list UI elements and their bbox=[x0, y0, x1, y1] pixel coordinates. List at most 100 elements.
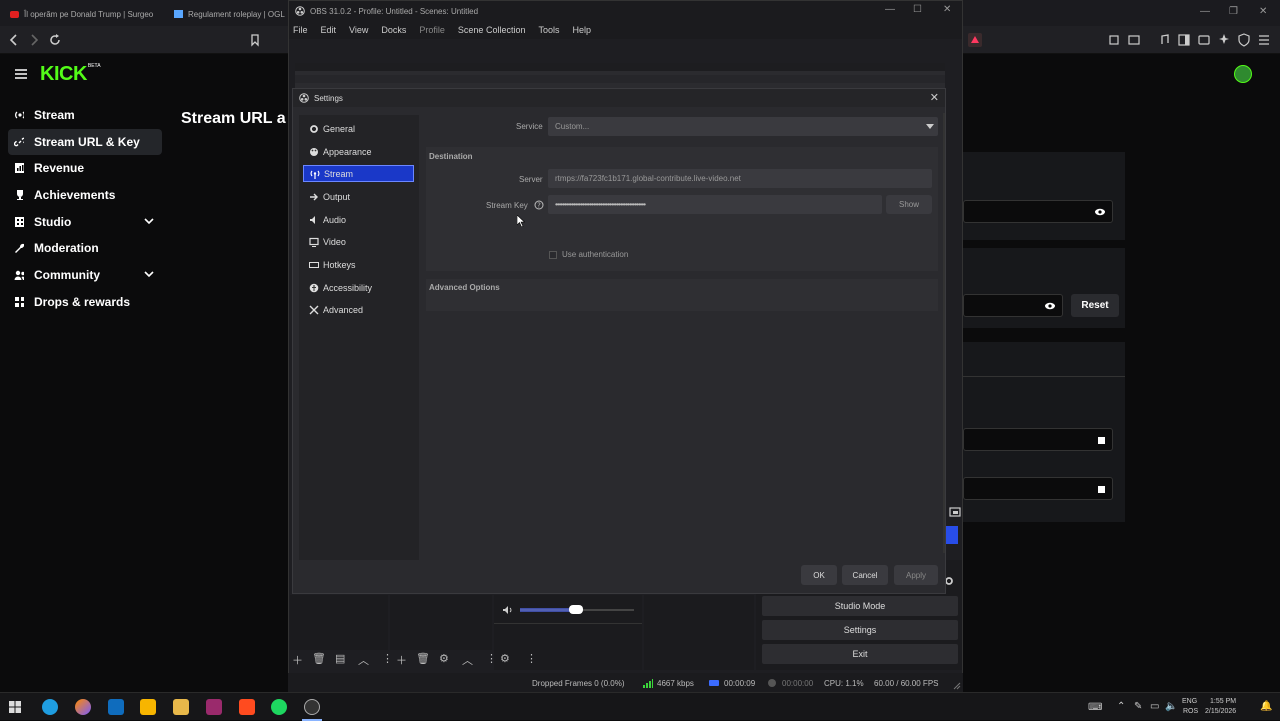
chevron-down-icon[interactable] bbox=[144, 217, 154, 225]
notifications-icon[interactable]: 🔔 bbox=[1260, 701, 1272, 712]
more-icon[interactable]: ⋮ bbox=[382, 652, 393, 665]
volume-slider-handle[interactable] bbox=[569, 605, 583, 614]
brave-rewards-icon[interactable] bbox=[968, 33, 982, 47]
settings-nav-advanced[interactable]: Advanced bbox=[303, 301, 414, 318]
move-up-icon[interactable]: ︿ bbox=[358, 652, 369, 668]
kick-logo[interactable]: KICK BETA bbox=[40, 63, 101, 85]
edge-icon[interactable] bbox=[42, 699, 58, 715]
obs-preview-canvas[interactable] bbox=[295, 63, 945, 91]
eye-icon[interactable] bbox=[1094, 207, 1106, 217]
resize-grip-icon[interactable] bbox=[953, 682, 961, 690]
speaker-icon[interactable] bbox=[502, 605, 513, 615]
settings-nav-stream[interactable]: Stream bbox=[303, 165, 414, 182]
apply-button[interactable]: Apply bbox=[894, 565, 938, 585]
menu-scene-collection[interactable]: Scene Collection bbox=[458, 25, 526, 35]
copy-icon[interactable] bbox=[1096, 484, 1106, 494]
kick-nav-drops-rewards[interactable]: Drops & rewards bbox=[8, 289, 162, 315]
stream-key-input[interactable]: ••••••••••••••••••••••••••••••••••••••••… bbox=[548, 195, 882, 214]
more-icon[interactable]: ⋮ bbox=[486, 652, 497, 665]
stream-url-field[interactable] bbox=[963, 200, 1113, 223]
settings-scrollbar[interactable] bbox=[943, 113, 945, 553]
move-up-icon[interactable]: ︿ bbox=[462, 652, 473, 668]
sources-dock[interactable] bbox=[390, 595, 492, 650]
kick-field[interactable] bbox=[963, 428, 1113, 451]
obs-taskbar-icon[interactable] bbox=[304, 699, 320, 715]
use-authentication-checkbox[interactable] bbox=[549, 251, 557, 259]
settings-nav-appearance[interactable]: Appearance bbox=[303, 143, 414, 160]
kick-nav-revenue[interactable]: Revenue bbox=[8, 155, 162, 181]
show-key-button[interactable]: Show bbox=[886, 195, 932, 214]
stream-key-field[interactable] bbox=[963, 294, 1063, 317]
file-explorer-icon[interactable] bbox=[173, 699, 189, 715]
kick-nav-studio[interactable]: Studio bbox=[8, 209, 162, 235]
minimize-icon[interactable]: — bbox=[1200, 6, 1210, 17]
menu-tools[interactable]: Tools bbox=[538, 25, 559, 35]
wallet-icon[interactable] bbox=[1198, 33, 1210, 47]
music-icon[interactable] bbox=[1158, 33, 1170, 47]
settings-nav-hotkeys[interactable]: Hotkeys bbox=[303, 256, 414, 273]
spotify-icon[interactable] bbox=[271, 699, 287, 715]
pen-icon[interactable]: ✎ bbox=[1134, 701, 1142, 712]
kick-field[interactable] bbox=[963, 477, 1113, 500]
keyboard-tray-icon[interactable]: ⌨ bbox=[1088, 702, 1102, 713]
eye-icon[interactable] bbox=[1044, 301, 1056, 311]
service-select[interactable]: Custom... bbox=[548, 117, 938, 136]
gear-icon[interactable]: ⚙ bbox=[439, 652, 449, 665]
network-icon[interactable]: ▭ bbox=[1150, 701, 1159, 712]
store-icon[interactable] bbox=[108, 699, 124, 715]
menu-view[interactable]: View bbox=[349, 25, 368, 35]
more-icon[interactable]: ⋮ bbox=[526, 652, 537, 665]
volume-icon[interactable]: 🔈 bbox=[1165, 701, 1177, 712]
copy-icon[interactable] bbox=[1096, 435, 1106, 445]
help-icon[interactable]: ? bbox=[534, 200, 544, 210]
close-icon[interactable]: ✕ bbox=[1259, 6, 1267, 17]
studio-mode-button[interactable]: Studio Mode bbox=[762, 596, 958, 616]
copilot-icon[interactable] bbox=[75, 699, 91, 715]
advanced-options-group[interactable]: Advanced Options bbox=[426, 279, 938, 311]
clock-time[interactable]: 1:55 PM bbox=[1210, 698, 1236, 705]
kick-nav-stream[interactable]: Stream bbox=[8, 102, 162, 128]
reload-icon[interactable] bbox=[48, 33, 62, 47]
scene-transitions-dock[interactable] bbox=[644, 595, 754, 670]
chevron-down-icon[interactable] bbox=[144, 270, 154, 278]
add-scene-icon[interactable]: ＋ bbox=[292, 652, 303, 668]
cancel-button[interactable]: Cancel bbox=[842, 565, 888, 585]
chevron-up-icon[interactable]: ⌃ bbox=[1117, 701, 1125, 712]
browser-tab[interactable]: Regulament roleplay | OGL bbox=[174, 4, 286, 24]
screenshot-icon[interactable] bbox=[1128, 33, 1140, 47]
settings-button[interactable]: Settings bbox=[762, 620, 958, 640]
remove-scene-icon[interactable]: 🗑 bbox=[312, 652, 326, 665]
settings-nav-output[interactable]: Output bbox=[303, 188, 414, 205]
minimize-icon[interactable]: — bbox=[885, 4, 895, 15]
settings-nav-audio[interactable]: Audio bbox=[303, 211, 414, 228]
settings-nav-accessibility[interactable]: Accessibility bbox=[303, 279, 414, 296]
kick-nav-achievements[interactable]: Achievements bbox=[8, 182, 162, 208]
forward-icon[interactable] bbox=[28, 33, 40, 47]
close-icon[interactable]: ✕ bbox=[930, 91, 939, 104]
settings-nav-general[interactable]: General bbox=[303, 120, 414, 137]
popout-icon[interactable] bbox=[949, 506, 961, 518]
back-icon[interactable] bbox=[8, 33, 20, 47]
audio-mixer-dock[interactable] bbox=[494, 595, 642, 670]
menu-edit[interactable]: Edit bbox=[321, 25, 337, 35]
menu-file[interactable]: File bbox=[293, 25, 308, 35]
maximize-icon[interactable]: ❐ bbox=[1229, 6, 1238, 17]
menu-help[interactable]: Help bbox=[572, 25, 591, 35]
menu-icon[interactable] bbox=[1258, 33, 1270, 47]
winrar-icon[interactable] bbox=[206, 699, 222, 715]
brave-icon[interactable] bbox=[239, 699, 255, 715]
advanced-audio-icon[interactable]: ⚙ bbox=[500, 652, 510, 665]
kick-nav-moderation[interactable]: Moderation bbox=[8, 235, 162, 261]
browser-tab[interactable]: Îl operăm pe Donald Trump | Surgeo bbox=[10, 4, 160, 24]
leo-ai-icon[interactable] bbox=[1218, 33, 1230, 47]
close-icon[interactable]: ✕ bbox=[943, 4, 951, 15]
filter-icon[interactable]: ▤ bbox=[335, 652, 345, 665]
clock-date[interactable]: 2/15/2026 bbox=[1205, 708, 1236, 715]
bookmark-icon[interactable] bbox=[249, 33, 261, 47]
scenes-dock[interactable] bbox=[290, 595, 388, 650]
server-input[interactable]: rtmps://fa723fc1b171.global-contribute.l… bbox=[548, 169, 932, 188]
avatar[interactable] bbox=[1234, 65, 1252, 83]
ok-button[interactable]: OK bbox=[801, 565, 837, 585]
reset-button[interactable]: Reset bbox=[1071, 294, 1119, 317]
add-source-icon[interactable]: ＋ bbox=[396, 652, 407, 668]
